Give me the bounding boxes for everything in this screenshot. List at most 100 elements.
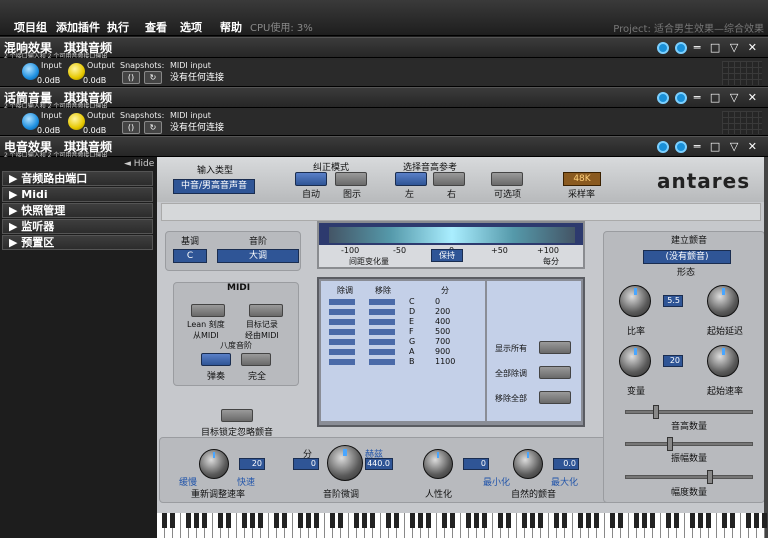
black-key[interactable] [274,513,279,528]
humanize-value[interactable]: 0 [463,458,489,470]
vibrato-shape-select[interactable]: (没有颤音) [643,250,731,264]
black-key[interactable] [498,513,503,528]
remove-toggle[interactable] [369,299,395,305]
target-ignore-vibrato-button[interactable] [221,409,253,422]
bypass-toggle[interactable] [329,359,355,365]
plugin-scrollbar[interactable] [764,157,768,538]
bypass-all-button[interactable] [539,366,571,379]
black-key[interactable] [450,513,455,528]
black-key[interactable] [762,513,767,528]
scale-select[interactable]: 大调 [217,249,299,263]
black-key[interactable] [690,513,695,528]
pitch-amount-thumb[interactable] [653,405,659,419]
key-select[interactable]: C [173,249,207,263]
black-key[interactable] [338,513,343,528]
remove-toggle[interactable] [369,309,395,315]
sidebar-item-midi[interactable]: ▶ Midi [2,187,153,202]
onset-rate-knob[interactable] [707,345,739,377]
detune-knob[interactable] [327,445,363,481]
variation-value[interactable]: 20 [663,355,683,367]
power-icon[interactable] [656,92,669,104]
black-key[interactable] [250,513,255,528]
retune-speed-knob[interactable] [199,449,229,479]
edit-icon[interactable] [675,92,688,104]
black-key[interactable] [442,513,447,528]
black-key[interactable] [522,513,527,528]
menu-add-plugin[interactable]: 添加插件 [56,19,100,35]
snapshot-save-button[interactable]: () [122,71,140,84]
pitch-amount-slider[interactable] [625,410,753,414]
vibrato-rate-value[interactable]: 5.5 [663,295,683,307]
black-key[interactable] [218,513,223,528]
black-key[interactable] [314,513,319,528]
black-key[interactable] [306,513,311,528]
sidebar-item-audio-routing[interactable]: ▶ 音频路由端口 [2,171,153,186]
natural-vibrato-knob[interactable] [513,449,543,479]
strip-3-titlebar[interactable]: 电音效果 琪琪音频 2 个接口输入和 2 个可用音频接口输出 ═ □ ▽ ✕ [0,136,768,159]
black-key[interactable] [226,513,231,528]
bypass-toggle[interactable] [329,309,355,315]
black-key[interactable] [586,513,591,528]
black-key[interactable] [410,513,415,528]
black-key[interactable] [538,513,543,528]
snapshot-load-button[interactable]: ↻ [144,71,162,84]
midi-input-value[interactable]: 没有任何连接 [170,70,224,83]
edit-icon[interactable] [675,42,688,54]
black-key[interactable] [554,513,559,528]
black-key[interactable] [674,513,679,528]
hertz-value[interactable]: 440.0 [365,458,393,470]
vibrato-rate-knob[interactable] [619,285,651,317]
black-key[interactable] [530,513,535,528]
retune-speed-value[interactable]: 20 [239,458,265,470]
black-key[interactable] [666,513,671,528]
strip-1-titlebar[interactable]: 混响效果 琪琪音频 2 个接口输入和 2 个可用音频接口输出 ═ □ ▽ ✕ [0,37,768,60]
black-key[interactable] [506,513,511,528]
menu-help[interactable]: 帮助 [220,19,242,35]
black-key[interactable] [578,513,583,528]
optional-button[interactable] [491,172,523,186]
sidebar-item-monitor[interactable]: ▶ 监听器 [2,219,153,234]
remove-all-button[interactable] [539,391,571,404]
power-icon[interactable] [656,42,669,54]
bypass-toggle[interactable] [329,299,355,305]
all-octaves-button[interactable] [241,353,271,366]
black-key[interactable] [722,513,727,528]
humanize-knob[interactable] [423,449,453,479]
menu-project-group[interactable]: 项目组 [14,19,47,35]
black-key[interactable] [642,513,647,528]
as-played-button[interactable] [201,353,231,366]
bypass-toggle[interactable] [329,339,355,345]
menu-view[interactable]: 查看 [145,19,167,35]
black-key[interactable] [474,513,479,528]
bypass-toggle[interactable] [329,349,355,355]
black-key[interactable] [730,513,735,528]
natural-vibrato-value[interactable]: 0.0 [553,458,579,470]
strip-2-window-controls[interactable]: ═ □ ▽ ✕ [656,91,760,104]
black-key[interactable] [170,513,175,528]
onset-delay-knob[interactable] [707,285,739,317]
remove-toggle[interactable] [369,339,395,345]
piano-keyboard[interactable] [157,513,767,538]
amplitude-amount-slider[interactable] [625,442,753,446]
remove-toggle[interactable] [369,319,395,325]
black-key[interactable] [610,513,615,528]
pitch-ref-right-button[interactable] [433,172,465,186]
black-key[interactable] [562,513,567,528]
hide-button[interactable]: ◄ Hide [124,159,154,169]
strip-1-window-controls[interactable]: ═ □ ▽ ✕ [656,41,760,54]
strip-2-titlebar[interactable]: 话筒音量 琪琪音频 2 个接口输入和 2 个可用音频接口输出 ═ □ ▽ ✕ [0,87,768,110]
remove-toggle[interactable] [369,349,395,355]
hold-button[interactable]: 保持 [431,249,463,262]
edit-icon[interactable] [675,141,688,153]
amplitude-amount-thumb[interactable] [667,437,673,451]
black-key[interactable] [194,513,199,528]
sidebar-item-snapshots[interactable]: ▶ 快照管理 [2,203,153,218]
learn-scale-button[interactable] [191,304,225,317]
black-key[interactable] [698,513,703,528]
sidebar-item-presets[interactable]: ▶ 预置区 [2,235,153,250]
detune-cents-value[interactable]: 0 [293,458,319,470]
black-key[interactable] [282,513,287,528]
pitch-ref-left-button[interactable] [395,172,427,186]
black-key[interactable] [370,513,375,528]
black-key[interactable] [242,513,247,528]
